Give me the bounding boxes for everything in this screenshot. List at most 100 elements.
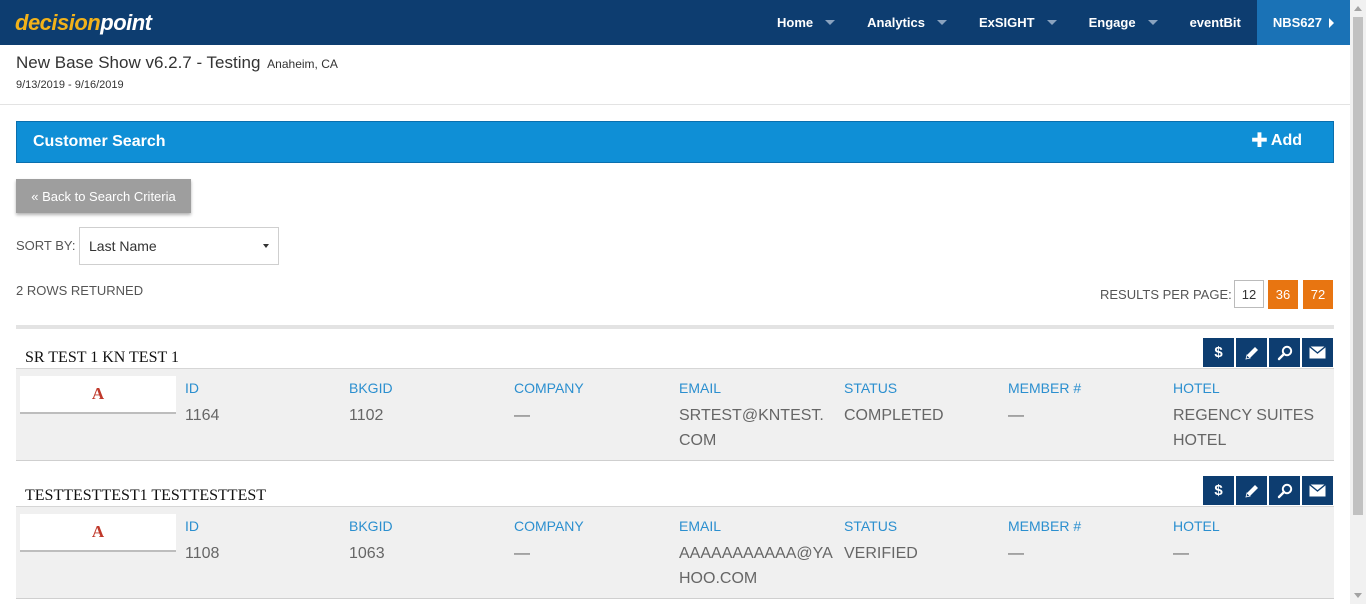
field-value: COMPLETED	[844, 407, 944, 424]
caret-down-icon	[1046, 20, 1057, 25]
nav-item-label: ExSIGHT	[978, 15, 1035, 30]
show-header: New Base Show v6.2.7 - Testing Anaheim, …	[0, 45, 1350, 105]
field-label: COMPANY	[514, 380, 584, 396]
field-label: MEMBER #	[1008, 380, 1082, 396]
field-label: ID	[185, 380, 199, 396]
show-title: New Base Show v6.2.7 - Testing	[16, 53, 261, 72]
field-value: —	[514, 407, 530, 424]
sort-by-label: SORT BY:	[16, 238, 76, 253]
customer-thumbnail: A	[20, 514, 176, 552]
nav-item-label: Engage	[1088, 15, 1136, 30]
field-value: —	[1008, 407, 1024, 424]
nav-item-exsight[interactable]: ExSIGHT	[963, 0, 1073, 45]
field-value: —	[514, 545, 530, 562]
scroll-up-arrow-icon[interactable]	[1354, 6, 1362, 11]
field-email: EMAIL AAAAAAAAAAA@YAHOO.COM	[679, 518, 834, 591]
dollar-icon[interactable]: $	[1203, 338, 1234, 367]
envelope-icon[interactable]	[1302, 338, 1333, 367]
nav-item-label: eventBit	[1189, 15, 1241, 30]
search-icon[interactable]	[1269, 338, 1300, 367]
logo-part1: decision	[15, 10, 101, 35]
pencil-icon[interactable]	[1236, 476, 1267, 505]
customer-record-details: A ID 1164 BKGID 1102 COMPANY — EMAIL SRT…	[16, 368, 1334, 461]
field-id: ID 1164	[185, 380, 340, 428]
caret-down-icon	[263, 244, 269, 248]
show-title-line: New Base Show v6.2.7 - Testing Anaheim, …	[16, 53, 338, 73]
customer-search-panel-header: Customer Search ✚ Add	[16, 121, 1334, 163]
sort-selected-value: Last Name	[89, 238, 157, 254]
field-label: BKGID	[349, 380, 393, 396]
plus-icon: ✚	[1251, 130, 1268, 152]
field-value: 1102	[349, 407, 384, 424]
envelope-icon[interactable]	[1302, 476, 1333, 505]
nav-item-engage[interactable]: Engage	[1073, 0, 1174, 45]
field-id: ID 1108	[185, 518, 340, 566]
field-bkgid: BKGID 1063	[349, 518, 504, 566]
dollar-icon[interactable]: $	[1203, 476, 1234, 505]
field-value: 1164	[185, 407, 220, 424]
vertical-scrollbar[interactable]	[1350, 0, 1366, 604]
logo-part2: point	[100, 10, 152, 35]
account-label: NBS627	[1272, 15, 1322, 30]
field-email: EMAIL SRTEST@KNTEST.COM	[679, 380, 834, 453]
field-value: VERIFIED	[844, 545, 918, 562]
top-nav-bar: decisionpoint Home Analytics ExSIGHT Eng…	[0, 0, 1350, 45]
rows-returned-count: 2 ROWS RETURNED	[16, 283, 144, 298]
back-to-search-criteria-button[interactable]: « Back to Search Criteria	[16, 179, 191, 213]
account-menu[interactable]: NBS627	[1256, 0, 1350, 45]
caret-down-icon	[825, 20, 836, 25]
field-company: COMPANY —	[514, 518, 669, 566]
field-status: STATUS COMPLETED	[844, 380, 999, 428]
add-label: Add	[1270, 132, 1302, 149]
decisionpoint-logo[interactable]: decisionpoint	[15, 10, 152, 36]
nav-item-eventbit[interactable]: eventBit	[1174, 0, 1257, 45]
field-member-number: MEMBER # —	[1008, 518, 1163, 566]
field-label: COMPANY	[514, 518, 584, 534]
record-actions: $	[1201, 476, 1333, 505]
field-value: 1063	[349, 545, 385, 562]
scroll-down-arrow-icon[interactable]	[1354, 593, 1362, 598]
results-per-page-label: RESULTS PER PAGE:	[1100, 287, 1232, 302]
customer-thumbnail: A	[20, 376, 176, 414]
field-bkgid: BKGID 1102	[349, 380, 504, 428]
field-label: BKGID	[349, 518, 393, 534]
sort-by-select[interactable]: Last Name	[79, 227, 279, 265]
field-value: —	[1008, 545, 1024, 562]
field-value: AAAAAAAAAAA@YAHOO.COM	[679, 545, 833, 587]
caret-down-icon	[936, 20, 947, 25]
nav-menu: Home Analytics ExSIGHT Engage eventBit N…	[761, 0, 1350, 45]
field-hotel: HOTEL REGENCY SUITES HOTEL	[1173, 380, 1328, 453]
pencil-icon[interactable]	[1236, 338, 1267, 367]
field-member-number: MEMBER # —	[1008, 380, 1163, 428]
results-per-page-72-button[interactable]: 72	[1303, 280, 1333, 309]
customer-record-details: A ID 1108 BKGID 1063 COMPANY — EMAIL AAA…	[16, 506, 1334, 599]
panel-title: Customer Search	[33, 133, 166, 150]
field-value: SRTEST@KNTEST.COM	[679, 407, 824, 449]
customer-name[interactable]: TESTTESTTEST1 TESTTESTTEST	[25, 487, 266, 505]
field-value: 1108	[185, 545, 220, 562]
results-per-page-36-button[interactable]: 36	[1268, 280, 1298, 309]
field-label: MEMBER #	[1008, 518, 1082, 534]
customer-name[interactable]: SR TEST 1 KN TEST 1	[25, 349, 179, 367]
field-company: COMPANY —	[514, 380, 669, 428]
search-icon[interactable]	[1269, 476, 1300, 505]
nav-item-home[interactable]: Home	[761, 0, 851, 45]
field-label: STATUS	[844, 380, 898, 396]
show-dates: 9/13/2019 - 9/16/2019	[16, 79, 124, 91]
add-customer-button[interactable]: ✚ Add	[1251, 130, 1302, 152]
caret-down-icon	[1147, 20, 1158, 25]
results-divider	[16, 325, 1334, 329]
show-location: Anaheim, CA	[267, 57, 338, 71]
field-label: EMAIL	[679, 518, 722, 534]
caret-right-icon	[1329, 17, 1334, 28]
field-label: EMAIL	[679, 380, 722, 396]
thumbnail-letter: A	[91, 522, 105, 541]
results-per-page-12-button[interactable]: 12	[1234, 280, 1264, 308]
scrollbar-thumb[interactable]	[1353, 17, 1363, 515]
record-actions: $	[1201, 338, 1333, 367]
field-label: ID	[185, 518, 199, 534]
nav-item-analytics[interactable]: Analytics	[851, 0, 963, 45]
field-label: HOTEL	[1173, 380, 1220, 396]
field-hotel: HOTEL —	[1173, 518, 1328, 566]
field-label: STATUS	[844, 518, 898, 534]
